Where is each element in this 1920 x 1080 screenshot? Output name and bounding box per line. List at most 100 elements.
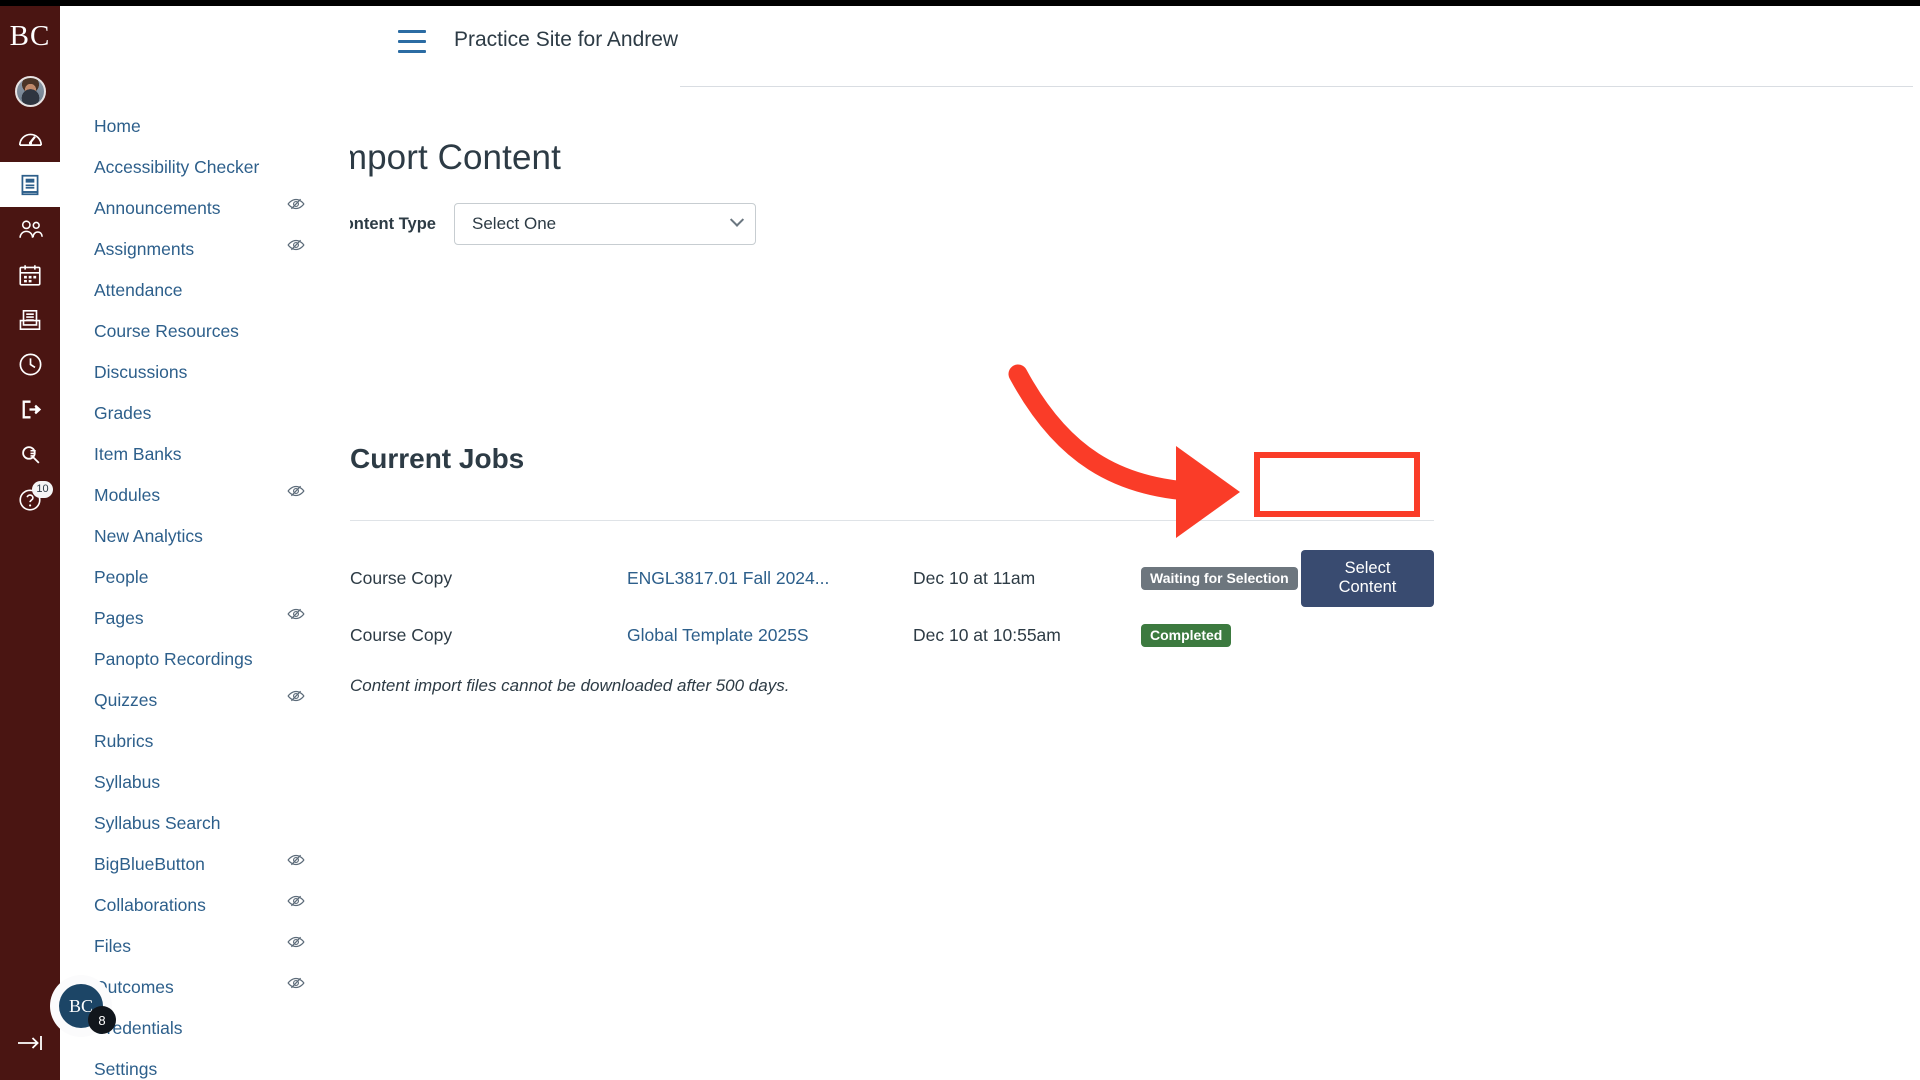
hidden-eye-icon <box>286 229 306 270</box>
global-nav-item-history[interactable] <box>0 342 60 387</box>
global-nav-item-search[interactable] <box>0 432 60 477</box>
course-nav-item-panopto-recordings[interactable]: Panopto Recordings <box>60 639 350 680</box>
job-action: Select Content <box>1301 549 1434 607</box>
screen-top-bar <box>0 0 1920 6</box>
content-type-value: Select One <box>472 214 557 233</box>
chevron-down-icon <box>729 212 745 227</box>
course-nav-item-assignments[interactable]: Assignments <box>60 229 350 270</box>
global-nav-item-inbox[interactable] <box>0 297 60 342</box>
course-nav-item-label: Home <box>94 116 141 136</box>
course-nav-item-label: Syllabus Search <box>94 813 221 833</box>
course-nav-item-label: BigBlueButton <box>94 854 205 874</box>
table-row: Course Copy Global Template 2025S Dec 10… <box>350 615 1434 655</box>
course-nav-item-item-banks[interactable]: Item Banks <box>60 434 350 475</box>
hidden-eye-icon <box>286 844 306 885</box>
course-nav-item-label: Rubrics <box>94 731 154 751</box>
clock-icon <box>17 351 44 378</box>
status-badge: Waiting for Selection <box>1141 566 1298 590</box>
course-nav-item-announcements[interactable]: Announcements <box>60 188 350 229</box>
job-date: Dec 10 at 11am <box>913 567 1036 588</box>
inbox-icon <box>17 307 43 333</box>
course-nav-item-syllabus-search[interactable]: Syllabus Search <box>60 803 350 844</box>
courses-icon <box>17 172 43 198</box>
course-nav-item-label: New Analytics <box>94 526 203 546</box>
highlight-box <box>1254 452 1420 517</box>
collapse-navigation-button[interactable] <box>0 1028 60 1062</box>
global-nav-item-dashboard[interactable] <box>0 117 60 162</box>
current-jobs-divider <box>350 520 1434 521</box>
select-content-button[interactable]: Select Content <box>1301 549 1434 607</box>
course-nav-item-home[interactable]: Home <box>60 106 350 147</box>
course-nav-item-label: Announcements <box>94 198 221 218</box>
course-nav-item-accessibility-checker[interactable]: Accessibility Checker <box>60 147 350 188</box>
hidden-eye-icon <box>286 967 306 1008</box>
course-nav-item-grades[interactable]: Grades <box>60 393 350 434</box>
global-nav-item-help[interactable]: 10 <box>0 477 60 522</box>
course-nav-item-label: Course Resources <box>94 321 239 341</box>
global-nav-item-groups[interactable] <box>0 207 60 252</box>
course-nav-item-attendance[interactable]: Attendance <box>60 270 350 311</box>
content-type-row: Content Type Select One <box>328 203 756 245</box>
calendar-icon <box>17 262 43 288</box>
course-nav-item-label: Discussions <box>94 362 188 382</box>
course-nav-item-label: Pages <box>94 608 144 628</box>
course-nav-item-pages[interactable]: Pages <box>60 598 350 639</box>
course-nav-item-label: Attendance <box>94 280 183 300</box>
hidden-eye-icon <box>286 188 306 229</box>
header-divider <box>680 86 1913 87</box>
hamburger-icon[interactable] <box>398 30 426 53</box>
course-nav-item-course-resources[interactable]: Course Resources <box>60 311 350 352</box>
page-title: Import Content <box>328 138 561 177</box>
job-type: Course Copy <box>350 567 453 588</box>
canvas-import-content-page: BC 10 Home Accessibility Checker Announc… <box>0 0 1920 1080</box>
job-source-link[interactable]: Global Template 2025S <box>627 625 913 646</box>
job-source-link[interactable]: ENGL3817.01 Fall 2024... <box>627 568 913 589</box>
course-nav-item-collaborations[interactable]: Collaborations <box>60 885 350 926</box>
course-nav-item-syllabus[interactable]: Syllabus <box>60 762 350 803</box>
global-nav-item-courses[interactable] <box>0 162 60 207</box>
global-navigation: BC 10 <box>0 0 60 1080</box>
job-date: Dec 10 at 10:55am <box>913 624 1061 645</box>
course-nav-item-label: Syllabus <box>94 772 161 792</box>
course-nav-item-label: Accessibility Checker <box>94 157 260 177</box>
hidden-eye-icon <box>286 680 306 721</box>
course-nav-item-bigbluebutton[interactable]: BigBlueButton <box>60 844 350 885</box>
hidden-eye-icon <box>286 885 306 926</box>
course-nav-item-label: Modules <box>94 485 161 505</box>
course-nav-item-settings[interactable]: Settings <box>60 1049 350 1080</box>
groups-icon <box>17 216 44 243</box>
course-nav-item-quizzes[interactable]: Quizzes <box>60 680 350 721</box>
course-navigation-menu: Home Accessibility Checker Announcements As… <box>60 0 350 1080</box>
hidden-eye-icon <box>286 598 306 639</box>
table-row: Course Copy ENGL3817.01 Fall 2024... Dec… <box>350 549 1434 607</box>
course-nav-item-label: People <box>94 567 149 587</box>
help-badge: 10 <box>32 481 53 498</box>
course-nav-item-people[interactable]: People <box>60 557 350 598</box>
job-type: Course Copy <box>350 624 453 645</box>
global-nav-item-commons[interactable] <box>0 387 60 432</box>
course-nav-item-modules[interactable]: Modules <box>60 475 350 516</box>
course-nav-item-rubrics[interactable]: Rubrics <box>60 721 350 762</box>
course-nav-item-label: Files <box>94 936 131 956</box>
job-status: Waiting for Selection <box>1141 566 1301 590</box>
course-nav-item-label: Item Banks <box>94 444 182 464</box>
job-status: Completed <box>1141 623 1301 647</box>
hidden-eye-icon <box>286 926 306 967</box>
global-nav-item-account[interactable] <box>0 65 60 117</box>
course-nav-item-label: Assignments <box>94 239 195 259</box>
status-badge: Completed <box>1141 623 1232 647</box>
dashboard-icon <box>17 126 44 153</box>
global-nav-item-calendar[interactable] <box>0 252 60 297</box>
course-nav-item-label: Panopto Recordings <box>94 649 253 669</box>
content-type-select[interactable]: Select One <box>454 203 756 245</box>
course-nav-item-label: Settings <box>94 1059 158 1079</box>
import-footnote: Content import files cannot be downloade… <box>350 676 790 695</box>
course-nav-item-new-analytics[interactable]: New Analytics <box>60 516 350 557</box>
course-nav-item-discussions[interactable]: Discussions <box>60 352 350 393</box>
hidden-eye-icon <box>286 475 306 516</box>
institution-logo[interactable]: BC <box>10 22 51 51</box>
avatar <box>14 75 46 107</box>
commons-icon <box>18 397 43 422</box>
breadcrumb[interactable]: Practice Site for Andrew <box>454 28 678 52</box>
course-nav-item-files[interactable]: Files <box>60 926 350 967</box>
